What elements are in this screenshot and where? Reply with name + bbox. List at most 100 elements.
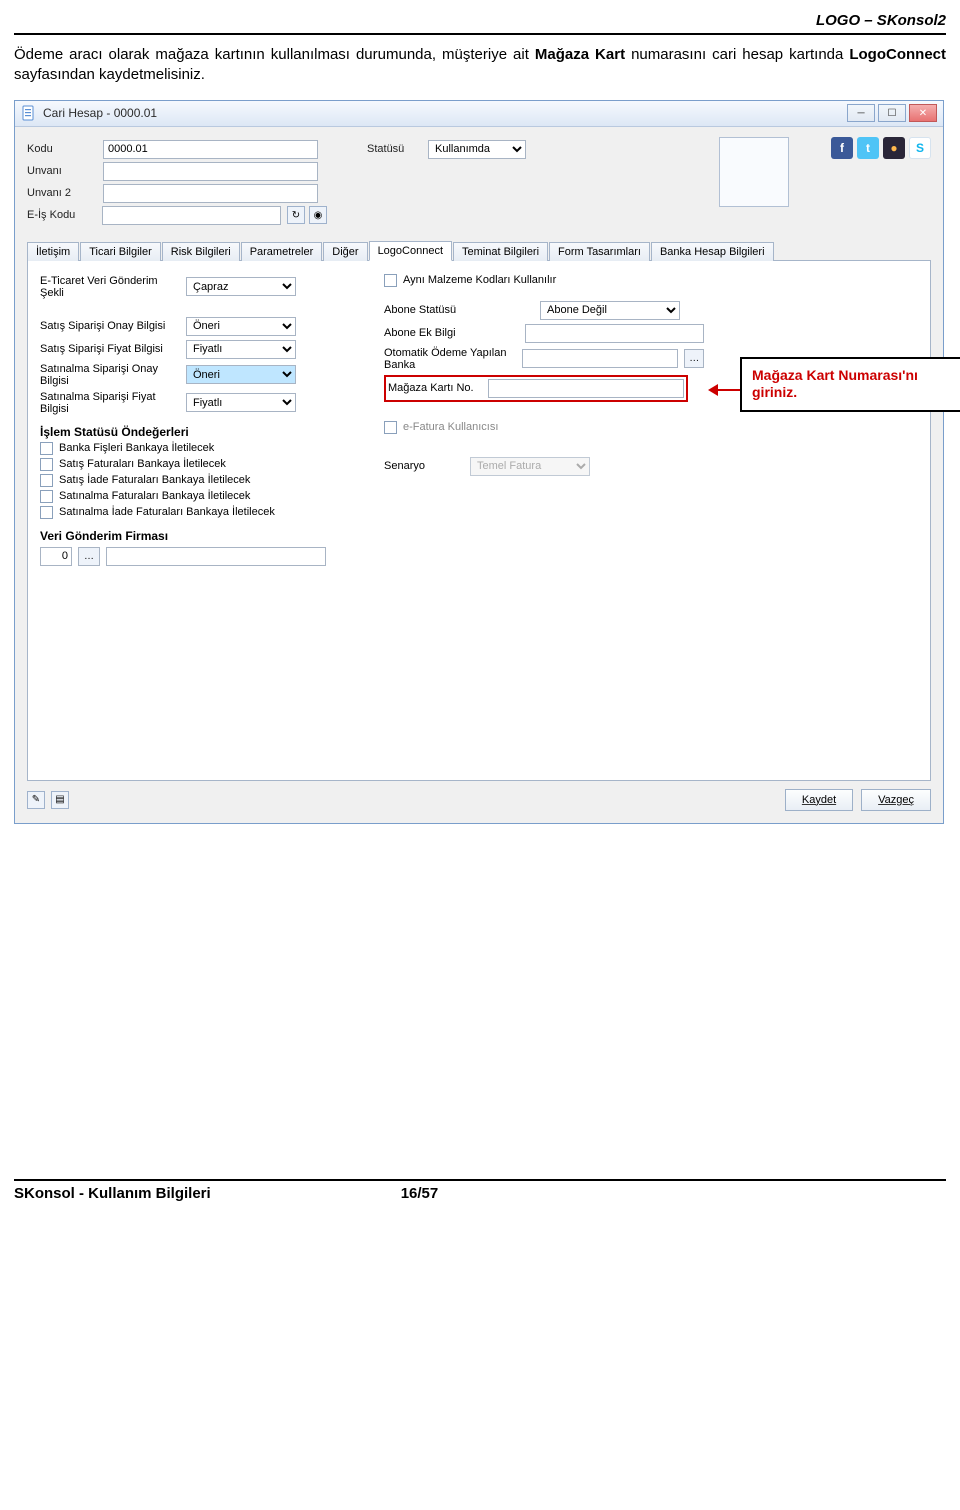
satis-onay-select[interactable]: Öneri (186, 317, 296, 336)
satinalma-onay-select[interactable]: Öneri (186, 365, 296, 384)
chk2-label: Satış Faturaları Bankaya İletilecek (59, 458, 226, 470)
unvani2-label: Unvanı 2 (27, 187, 97, 199)
chk4-box[interactable] (40, 490, 53, 503)
right-column: Aynı Malzeme Kodları Kullanılır Abone St… (384, 271, 704, 570)
tab-strip: İletişim Ticari Bilgiler Risk Bilgileri … (27, 240, 931, 261)
maximize-button[interactable]: ☐ (878, 104, 906, 122)
unvani-label: Unvanı (27, 165, 97, 177)
senaryo-label: Senaryo (384, 460, 464, 472)
unvani-field[interactable] (103, 162, 318, 181)
chk5-box[interactable] (40, 506, 53, 519)
satinalma-fiyat-label: Satınalma Siparişi Fiyat Bilgisi (40, 391, 180, 415)
chk5-label: Satınalma İade Faturaları Bankaya İletil… (59, 506, 275, 518)
eticaret-label: E-Ticaret Veri Gönderim Şekli (40, 275, 180, 299)
eis-icons: ↻ ◉ (287, 206, 327, 224)
satis-fiyat-select[interactable]: Fiyatlı (186, 340, 296, 359)
plurk-icon[interactable]: ● (883, 137, 905, 159)
tab-iletisim[interactable]: İletişim (27, 242, 79, 261)
skype-icon[interactable]: S (909, 137, 931, 159)
veri-firma-lookup-button[interactable]: … (78, 547, 100, 566)
intro-bold1: Mağaza Kart (535, 46, 625, 63)
intro-mid: numarasını cari hesap kartında (625, 46, 849, 63)
statu-label: Statüsü (367, 143, 422, 155)
globe-icon[interactable]: ◉ (309, 206, 327, 224)
intro-text: Ödeme aracı olarak mağaza kartının kulla… (14, 45, 946, 86)
sync-icon[interactable]: ↻ (287, 206, 305, 224)
chk3-label: Satış İade Faturaları Bankaya İletilecek (59, 474, 250, 486)
top-col-1: Kodu Unvanı Unvanı 2 E-İş Kodu (27, 137, 327, 228)
abone-statu-select[interactable]: Abone Değil (540, 301, 680, 320)
veri-firma-name-field[interactable] (106, 547, 326, 566)
veri-firma-heading: Veri Gönderim Firması (40, 529, 350, 543)
intro-bold2: LogoConnect (849, 46, 946, 63)
social-icons: f t ● S (831, 137, 931, 159)
tab-banka-hesap-bilgileri[interactable]: Banka Hesap Bilgileri (651, 242, 774, 261)
chk4-label: Satınalma Faturaları Bankaya İletilecek (59, 490, 250, 502)
note-icon[interactable]: ✎ (27, 791, 45, 809)
chk3-box[interactable] (40, 474, 53, 487)
magaza-highlight-box: Mağaza Kartı No. (384, 375, 688, 402)
abone-ek-label: Abone Ek Bilgi (384, 327, 519, 339)
footer-rule (14, 1179, 946, 1181)
photo-placeholder (719, 137, 789, 207)
efatura-label: e-Fatura Kullanıcısı (403, 421, 498, 433)
attach-icon[interactable]: ▤ (51, 791, 69, 809)
tab-parametreler[interactable]: Parametreler (241, 242, 323, 261)
magaza-field[interactable] (488, 379, 684, 398)
satis-fiyat-label: Satış Siparişi Fiyat Bilgisi (40, 343, 180, 355)
magaza-label: Mağaza Kartı No. (388, 382, 488, 394)
tab-teminat-bilgileri[interactable]: Teminat Bilgileri (453, 242, 548, 261)
tab-logoconnect[interactable]: LogoConnect (369, 241, 452, 261)
unvani2-field[interactable] (103, 184, 318, 203)
tab-diger[interactable]: Diğer (323, 242, 367, 261)
otomatik-banka-field[interactable] (522, 349, 678, 368)
top-form: Kodu Unvanı Unvanı 2 E-İş Kodu (27, 137, 931, 228)
titlebar: Cari Hesap - 0000.01 ─ ☐ ✕ (15, 101, 943, 127)
facebook-icon[interactable]: f (831, 137, 853, 159)
abone-statu-label: Abone Statüsü (384, 304, 534, 316)
satinalma-fiyat-select[interactable]: Fiyatlı (186, 393, 296, 412)
eis-label: E-İş Kodu (27, 209, 96, 221)
kodu-label: Kodu (27, 143, 97, 155)
abone-ek-field[interactable] (525, 324, 704, 343)
vazgec-button[interactable]: Vazgeç (861, 789, 931, 811)
eticaret-select[interactable]: Çapraz (186, 277, 296, 296)
kaydet-button[interactable]: Kaydet (785, 789, 853, 811)
chk1-box[interactable] (40, 442, 53, 455)
tab-risk-bilgileri[interactable]: Risk Bilgileri (162, 242, 240, 261)
efatura-box[interactable] (384, 421, 397, 434)
titlebar-left: Cari Hesap - 0000.01 (21, 105, 157, 121)
otomatik-banka-label: Otomatik Ödeme Yapılan Banka (384, 347, 516, 371)
footer-left: SKonsol - Kullanım Bilgileri (14, 1185, 211, 1202)
eis-field[interactable] (102, 206, 281, 225)
statu-select[interactable]: Kullanımda (428, 140, 526, 159)
twitter-icon[interactable]: t (857, 137, 879, 159)
footer-tool-icons: ✎ ▤ (27, 791, 69, 809)
document-icon (21, 105, 37, 121)
minimize-button[interactable]: ─ (847, 104, 875, 122)
header-rule (14, 33, 946, 35)
window-buttons: ─ ☐ ✕ (847, 104, 937, 122)
header-brand: LOGO – SKonsol2 (14, 10, 946, 31)
top-col-3: f t ● S (607, 137, 931, 228)
kodu-field[interactable] (103, 140, 318, 159)
satinalma-onay-label: Satınalma Siparişi Onay Bilgisi (40, 363, 180, 387)
tab-body: E-Ticaret Veri Gönderim Şekli Çapraz Sat… (27, 261, 931, 781)
ayni-malzeme-box[interactable] (384, 274, 397, 287)
callout-arrow (708, 383, 744, 397)
veri-firma-no-field[interactable] (40, 547, 72, 566)
client-area: Kodu Unvanı Unvanı 2 E-İş Kodu (15, 127, 943, 823)
app-window: Cari Hesap - 0000.01 ─ ☐ ✕ Kodu Unvanı (14, 100, 944, 824)
columns: E-Ticaret Veri Gönderim Şekli Çapraz Sat… (40, 271, 918, 570)
top-col-2: Statüsü Kullanımda (367, 137, 567, 228)
left-column: E-Ticaret Veri Gönderim Şekli Çapraz Sat… (40, 271, 350, 570)
tab-form-tasarimlari[interactable]: Form Tasarımları (549, 242, 650, 261)
callout-text: Mağaza Kart Numarası'nı giriniz. (752, 367, 918, 401)
chk2-box[interactable] (40, 458, 53, 471)
otomatik-banka-lookup-button[interactable]: … (684, 349, 704, 368)
close-button[interactable]: ✕ (909, 104, 937, 122)
satis-onay-label: Satış Siparişi Onay Bilgisi (40, 320, 180, 332)
arrow-head-icon (708, 384, 718, 396)
tab-ticari-bilgiler[interactable]: Ticari Bilgiler (80, 242, 161, 261)
callout-box: Mağaza Kart Numarası'nı giriniz. (740, 357, 960, 412)
